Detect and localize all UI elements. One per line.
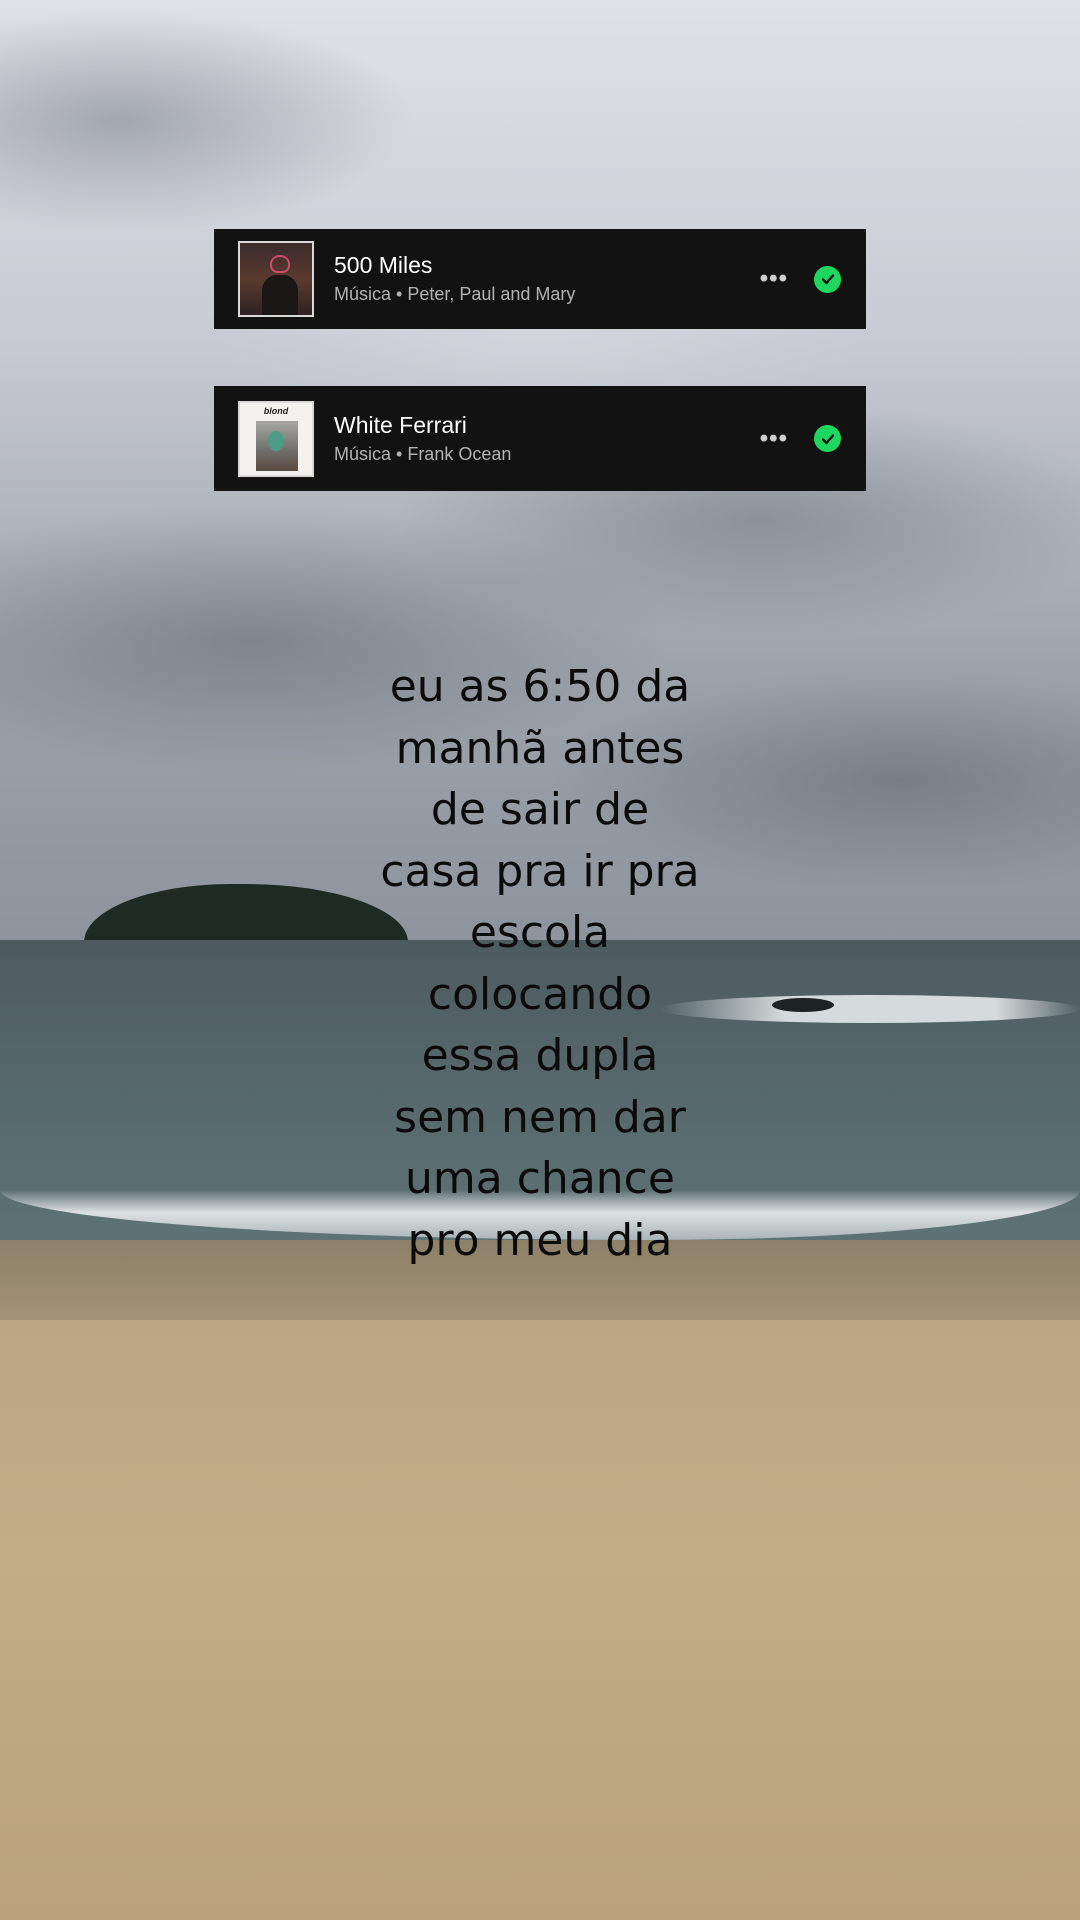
caption-line: essa dupla <box>421 1030 659 1081</box>
album-cover <box>238 241 314 317</box>
album-cover-title: blond <box>263 405 289 416</box>
track-card-white-ferrari[interactable]: blond White Ferrari Música • Frank Ocean… <box>214 386 866 491</box>
track-subtitle: Música • Peter, Paul and Mary <box>334 284 576 304</box>
track-subtitle: Música • Frank Ocean <box>334 443 512 464</box>
caption-line: casa pra ir pra <box>380 845 700 897</box>
caption-text: eu as 6:50 da manhã antes de sair de cas… <box>340 656 740 1271</box>
more-options-icon[interactable]: ••• <box>760 265 788 293</box>
rock <box>772 998 834 1012</box>
caption-line: sem nem dar <box>394 1091 686 1143</box>
caption-line: uma chance <box>405 1153 675 1204</box>
more-options-icon[interactable]: ••• <box>760 425 788 453</box>
heart-icon <box>270 255 290 273</box>
caption-line: pro meu dia <box>407 1214 673 1266</box>
caption-line: escola <box>469 907 611 958</box>
album-cover: blond <box>238 400 314 477</box>
track-title: 500 Miles <box>334 252 433 278</box>
caption-line: de sair de <box>430 784 650 835</box>
sand <box>0 1320 1080 1920</box>
check-circle-icon[interactable] <box>814 265 841 293</box>
caption-line: manhã antes <box>395 722 685 774</box>
check-circle-icon[interactable] <box>814 425 841 452</box>
track-card-500-miles[interactable]: 500 Miles Música • Peter, Paul and Mary … <box>214 229 866 329</box>
caption-line: eu as 6:50 da <box>389 661 691 712</box>
track-title: White Ferrari <box>334 411 467 438</box>
caption-line: colocando <box>427 968 653 1020</box>
